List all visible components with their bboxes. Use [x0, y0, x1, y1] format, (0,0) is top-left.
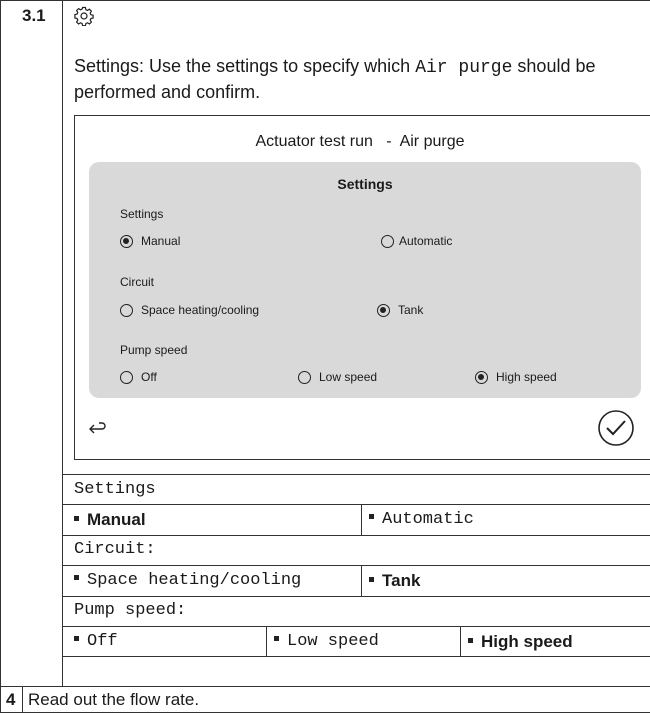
- table-line: [62, 565, 650, 566]
- radio-off[interactable]: [120, 371, 133, 384]
- step-number: 3.1: [22, 6, 46, 25]
- bullet-icon: [74, 516, 79, 522]
- group-label-settings: Settings: [120, 207, 164, 221]
- option-low-speed: Low speed: [287, 632, 379, 651]
- radio-space-heating[interactable]: [120, 304, 133, 317]
- screen-title: Actuator test run - Air purge: [90, 133, 630, 151]
- table-line: [62, 535, 650, 536]
- bullet-icon: [369, 577, 374, 583]
- cell-divider: [266, 626, 267, 657]
- option-off: Off: [87, 632, 118, 651]
- step-number: 4: [6, 690, 16, 709]
- radio-tank[interactable]: [377, 304, 390, 317]
- step-instruction: Read out the flow rate.: [28, 690, 200, 709]
- checkmark-circle-icon[interactable]: [597, 409, 635, 447]
- table-cell-space-heating: Space heating/cooling: [74, 571, 301, 591]
- radio-space-heating-label: Space heating/cooling: [141, 303, 260, 317]
- radio-automatic-label: Automatic: [399, 234, 453, 248]
- row-divider: [0, 686, 650, 687]
- option-high-speed: High speed: [481, 632, 573, 651]
- table-cell-high-speed: High speed: [468, 632, 573, 652]
- radio-automatic[interactable]: [381, 235, 394, 248]
- table-cell-manual: Manual: [74, 510, 146, 530]
- bullet-icon: [274, 636, 279, 642]
- instruction-code: Air purge: [415, 58, 513, 78]
- gear-icon: [74, 6, 94, 27]
- radio-manual[interactable]: [120, 235, 133, 248]
- table-cell-tank: Tank: [369, 571, 420, 591]
- table-cell-low-speed: Low speed: [274, 632, 379, 652]
- bullet-icon: [369, 514, 374, 520]
- table-header-settings: Settings: [74, 480, 156, 499]
- group-label-circuit: Circuit: [120, 275, 155, 289]
- back-arrow-icon[interactable]: [86, 418, 108, 440]
- table-line: [62, 656, 650, 657]
- cell-divider: [361, 504, 362, 535]
- settings-panel: [89, 162, 641, 398]
- step-column-divider: [62, 0, 63, 687]
- instruction-text: Settings: Use the settings to specify wh…: [74, 56, 411, 76]
- step4-column-divider: [22, 686, 23, 713]
- table-header-pump-speed: Pump speed:: [74, 601, 187, 620]
- step-instruction: Settings: Use the settings to specify wh…: [74, 54, 634, 104]
- settings-panel-title: Settings: [337, 176, 393, 192]
- cell-divider: [361, 565, 362, 596]
- radio-tank-label: Tank: [398, 303, 424, 317]
- table-line: [62, 626, 650, 627]
- radio-low-speed[interactable]: [298, 371, 311, 384]
- table-left-border: [0, 0, 1, 713]
- table-line: [62, 474, 650, 475]
- table-top-border: [0, 0, 650, 1]
- bullet-icon: [468, 638, 473, 644]
- cell-divider: [460, 626, 461, 657]
- bullet-icon: [74, 636, 79, 642]
- table-line: [62, 504, 650, 505]
- table-line: [62, 596, 650, 597]
- bullet-icon: [74, 575, 79, 581]
- table-cell-automatic: Automatic: [369, 510, 474, 530]
- radio-high-speed-label: High speed: [496, 370, 557, 384]
- radio-manual-label: Manual: [141, 234, 181, 248]
- screen-title-right: Air purge: [399, 133, 465, 150]
- radio-off-label: Off: [141, 370, 157, 384]
- option-space-heating: Space heating/cooling: [87, 571, 302, 590]
- table-cell-off: Off: [74, 632, 118, 652]
- option-automatic: Automatic: [382, 510, 474, 529]
- radio-low-speed-label: Low speed: [319, 370, 378, 384]
- screen-title-separator: -: [386, 133, 392, 150]
- option-manual: Manual: [87, 510, 146, 529]
- screen-title-left: Actuator test run: [255, 133, 373, 150]
- radio-high-speed[interactable]: [475, 371, 488, 384]
- option-tank: Tank: [382, 571, 421, 590]
- table-header-circuit: Circuit:: [74, 540, 156, 559]
- group-label-pump-speed: Pump speed: [120, 343, 188, 357]
